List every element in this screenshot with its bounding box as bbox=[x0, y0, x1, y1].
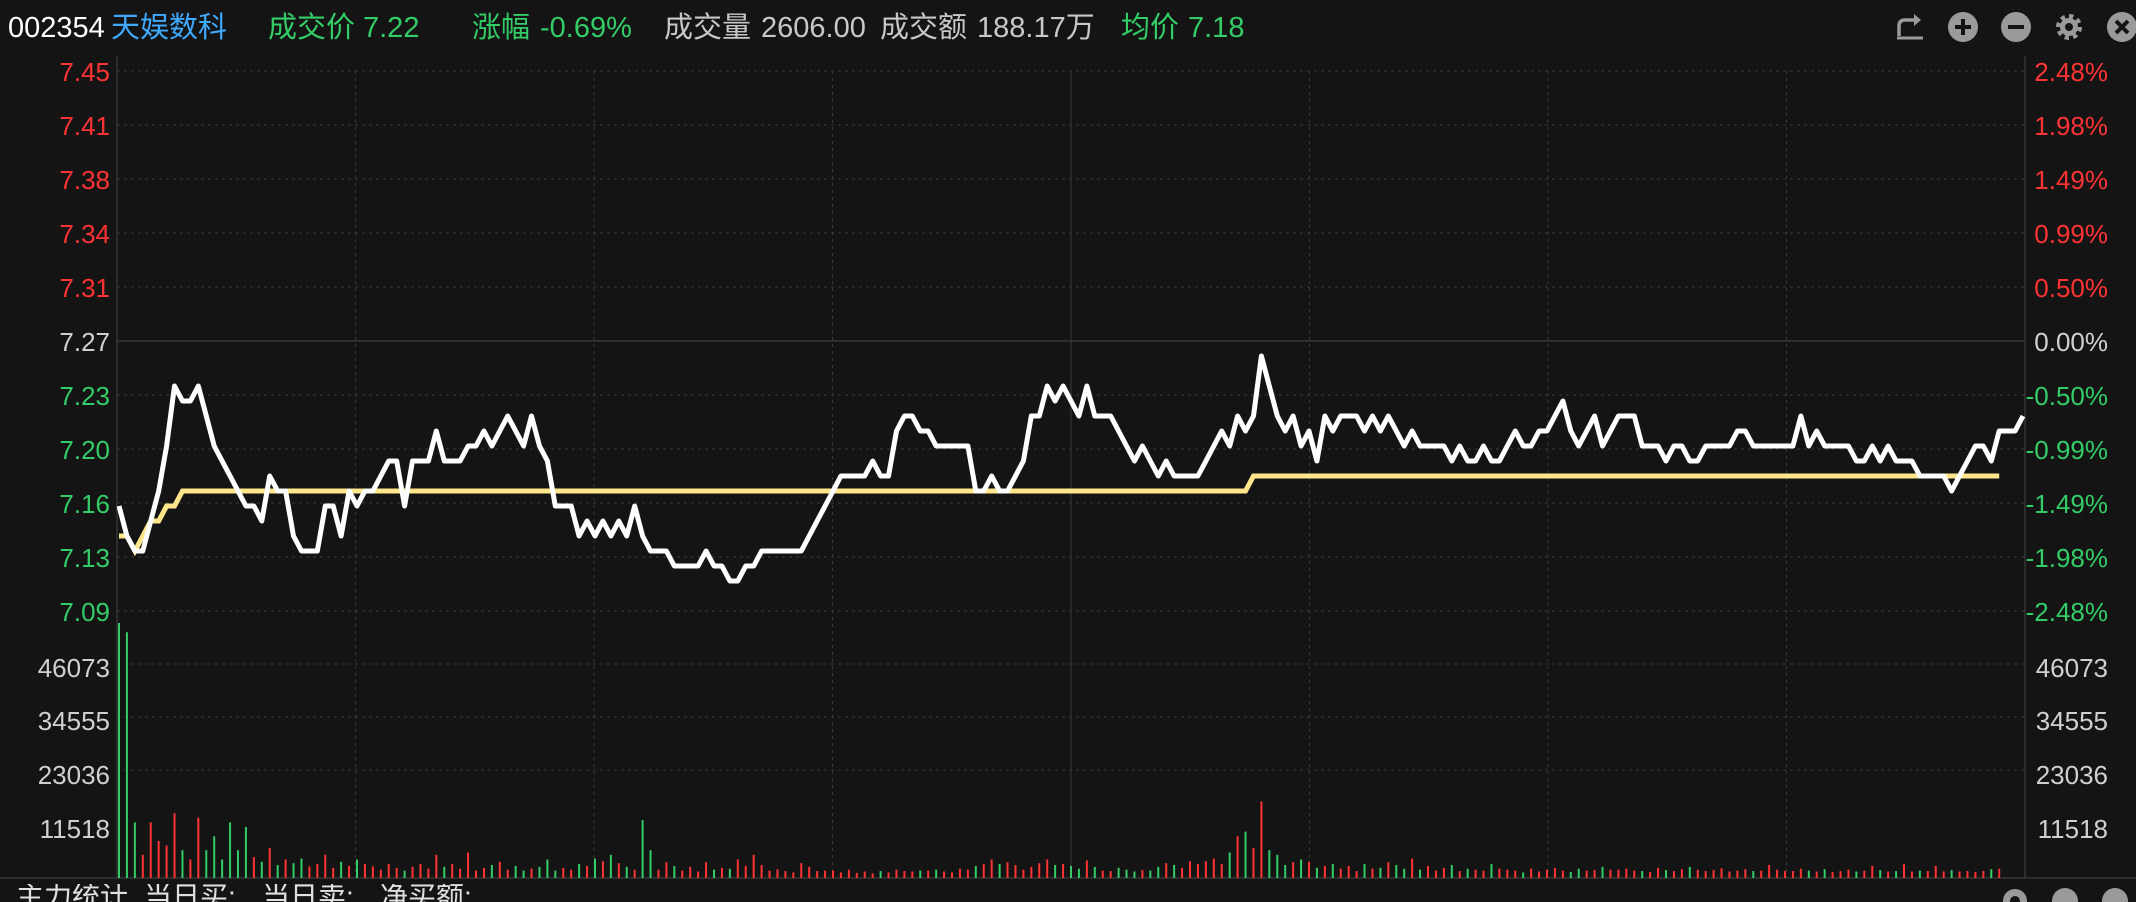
stock-code: 002354 bbox=[8, 12, 105, 44]
zoom-in-icon[interactable] bbox=[1946, 10, 1980, 44]
amount-value: 188.17万 bbox=[977, 12, 1095, 44]
volume-label: 成交量 bbox=[664, 12, 752, 44]
day-buy-label: 当日买: bbox=[144, 884, 236, 902]
price-value: 7.22 bbox=[363, 12, 420, 44]
percent-tick-label: 0.99% bbox=[2034, 219, 2108, 249]
price-tick-label: 7.45 bbox=[59, 57, 110, 87]
volume-bars bbox=[118, 623, 2001, 878]
percent-tick-label: -1.98% bbox=[2026, 543, 2108, 573]
percent-tick-label: 1.49% bbox=[2034, 165, 2108, 195]
price-tick-label: 7.27 bbox=[59, 327, 110, 357]
close-icon[interactable] bbox=[2100, 886, 2130, 902]
net-buy-label: 净买额: bbox=[380, 884, 472, 902]
day-sell-label: 当日卖: bbox=[262, 884, 354, 902]
volume-value: 2606.00 bbox=[761, 12, 866, 44]
avg-value: 7.18 bbox=[1188, 12, 1245, 44]
chart-grid bbox=[0, 56, 2136, 879]
price-tick-label: 7.16 bbox=[59, 489, 110, 519]
main-force-stats: 主力统计 当日买: 当日卖: 净买额: bbox=[0, 884, 2136, 902]
percent-tick-label: 0.50% bbox=[2034, 273, 2108, 303]
price-tick-label: 7.31 bbox=[59, 273, 110, 303]
quote-header: 002354 天娱数科 成交价 7.22 涨幅 -0.69% 成交量 2606.… bbox=[0, 0, 2136, 56]
price-label: 成交价 bbox=[268, 12, 356, 44]
gear-icon[interactable] bbox=[2052, 10, 2086, 44]
price-tick-label: 7.34 bbox=[59, 219, 110, 249]
percent-tick-label: -0.50% bbox=[2026, 381, 2108, 411]
close-icon[interactable] bbox=[2105, 10, 2136, 44]
price-tick-label: 7.23 bbox=[59, 381, 110, 411]
price-tick-label: 7.09 bbox=[59, 597, 110, 627]
change-value: -0.69% bbox=[540, 12, 632, 44]
main-force-label: 主力统计 bbox=[16, 884, 129, 902]
volume-tick-label: 23036 bbox=[38, 760, 110, 790]
percent-tick-label: -1.49% bbox=[2026, 489, 2108, 519]
percent-tick-label: -0.99% bbox=[2026, 435, 2108, 465]
stock-name[interactable]: 天娱数科 bbox=[111, 10, 227, 46]
amount-label: 成交额 bbox=[880, 12, 968, 44]
percent-tick-label: 1.98% bbox=[2034, 111, 2108, 141]
price-tick-label: 7.41 bbox=[59, 111, 110, 141]
gear-icon[interactable] bbox=[2000, 886, 2030, 902]
refresh-icon[interactable] bbox=[1893, 10, 1927, 44]
left-price-axis: 7.45 7.41 7.38 7.34 7.31 7.27 7.23 7.20 7.16 7.13… bbox=[59, 57, 110, 627]
avg-label: 均价 bbox=[1121, 12, 1180, 44]
zoom-out-icon[interactable] bbox=[1999, 10, 2033, 44]
price-tick-label: 7.20 bbox=[59, 435, 110, 465]
volume-tick-label: 11518 bbox=[2038, 814, 2108, 844]
change-label: 涨幅 bbox=[472, 12, 531, 44]
intraday-chart[interactable]: 7.45 7.41 7.38 7.34 7.31 7.27 7.23 7.20 7.16 7.13… bbox=[0, 56, 2136, 884]
volume-tick-label: 34555 bbox=[2036, 706, 2108, 736]
volume-axis: 46073 46073 34555 34555 23036 23036 11518 11518 bbox=[38, 653, 2108, 844]
right-percent-axis: 2.48% 1.98% 1.49% 0.99% 0.50% 0.00% -0.50% -0.9… bbox=[2026, 57, 2108, 627]
volume-tick-label: 46073 bbox=[2036, 653, 2108, 683]
percent-tick-label: 2.48% bbox=[2034, 57, 2108, 87]
volume-tick-label: 23036 bbox=[2036, 760, 2108, 790]
price-tick-label: 7.13 bbox=[59, 543, 110, 573]
price-tick-label: 7.38 bbox=[59, 165, 110, 195]
volume-tick-label: 46073 bbox=[38, 653, 110, 683]
percent-tick-label: 0.00% bbox=[2034, 327, 2108, 357]
percent-tick-label: -2.48% bbox=[2026, 597, 2108, 627]
volume-tick-label: 11518 bbox=[40, 814, 110, 844]
help-icon[interactable] bbox=[2050, 886, 2080, 902]
volume-tick-label: 34555 bbox=[38, 706, 110, 736]
